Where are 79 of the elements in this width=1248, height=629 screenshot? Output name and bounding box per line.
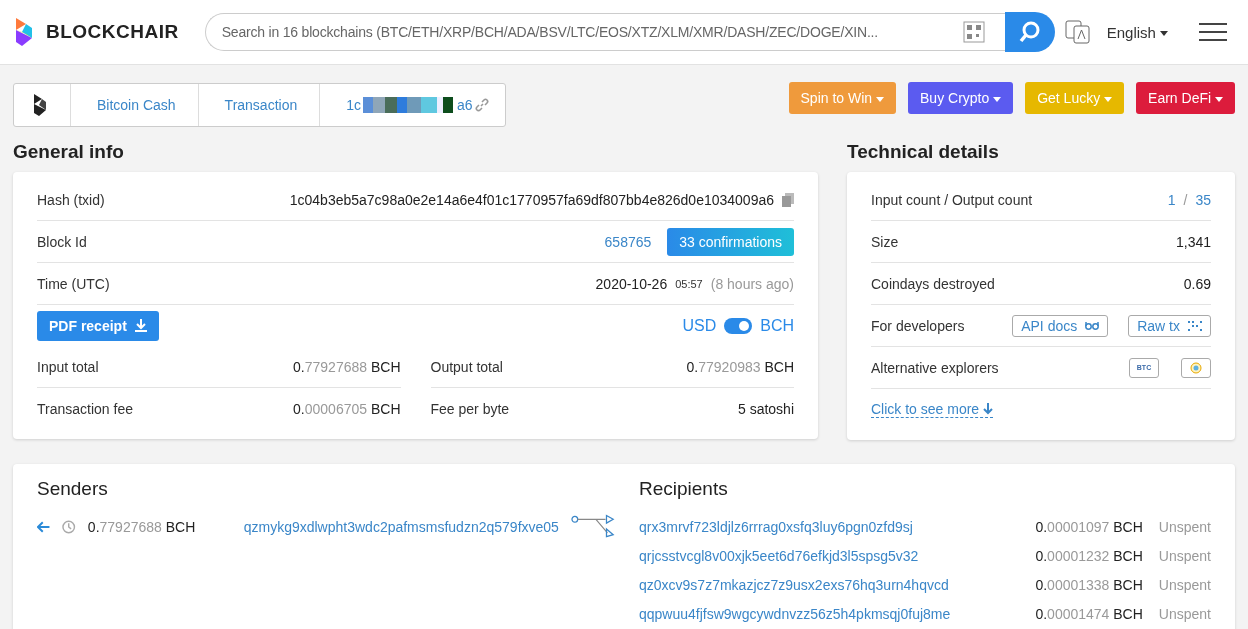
field-label: Output total [430, 358, 504, 375]
search-button[interactable] [1004, 12, 1055, 52]
amount-value: 0.00006705 BCH [293, 400, 401, 417]
field-label: Time (UTC) [37, 275, 111, 292]
amount-value: 0.77927688 BCH [293, 358, 401, 375]
separator: / [1183, 191, 1188, 208]
search-field[interactable]: Search in 16 blockchains (BTC/ETH/XRP/BCH/ADA/BSV/LTC/EOS/XTZ/XLM/XMR/DASH/ZEC/DOGE/XIN... [204, 13, 1005, 51]
hash-value: 1c04b3eb5a7c98a0e2e14a6e4f01c1770957fa69df807bb4e826d0e1034009a6 [289, 191, 774, 208]
breadcrumb-link[interactable]: Transaction [198, 84, 321, 126]
hash-start[interactable]: 1c [346, 97, 361, 113]
breadcrumb-link[interactable]: Bitcoin Cash [71, 84, 199, 126]
clock-icon [62, 519, 76, 534]
promo-dropdown[interactable]: Buy Crypto [908, 82, 1014, 114]
download-icon [134, 319, 147, 332]
field-label: Transaction fee [37, 400, 134, 417]
hash-end[interactable]: a6 [457, 97, 473, 113]
arrow-left-icon[interactable] [37, 520, 51, 533]
qr-code-icon[interactable] [962, 21, 985, 43]
coin-icon [1190, 361, 1202, 374]
currency-toggle[interactable] [724, 317, 753, 334]
promo-dropdown[interactable]: Earn DeFi [1136, 82, 1235, 114]
field-label: Hash (txid) [37, 191, 106, 208]
address-link[interactable]: qzmykg9xdlwpht3wdc2pafmsmsfudzn2q579fxve05 [243, 518, 559, 535]
see-more-link[interactable]: Click to see more [871, 401, 994, 418]
menu-icon[interactable] [1198, 22, 1229, 42]
field-value: 0.69 [1183, 275, 1211, 292]
arrow-down-icon [983, 403, 994, 415]
address-link[interactable]: qz0xcv9s7z7mkazjcz7z9usx2exs76hq3urn4hqvcd [639, 576, 949, 593]
field-label: Block Id [37, 233, 88, 250]
developer-button[interactable]: Raw tx [1128, 314, 1211, 337]
field-label: Fee per byte [430, 400, 511, 417]
explorer-button[interactable] [1181, 357, 1211, 378]
date-value: 2020-10-26 [595, 275, 668, 292]
amount-value: 0.00001232 BCH [1035, 547, 1143, 564]
section-title: Technical details [847, 141, 1000, 163]
field-label: For developers [871, 317, 966, 334]
field-label: Alternative explorers [871, 359, 1000, 376]
field-label: Input count / Output count [871, 191, 1034, 208]
amount-value: 0.77927688 BCH [87, 518, 197, 535]
currency-label[interactable]: USD [682, 316, 717, 335]
section-title: General info [13, 141, 125, 163]
amount-value: 0.00001338 BCH [1035, 576, 1143, 593]
copy-icon[interactable] [782, 192, 794, 207]
output-status: Unspent [1158, 547, 1211, 564]
relative-time: (8 hours ago) [710, 275, 794, 292]
glasses-icon [1085, 321, 1100, 330]
section-title: Senders [37, 478, 109, 500]
field-label: Size [871, 233, 900, 250]
link-icon[interactable] [474, 98, 489, 112]
count-link[interactable]: 1 [1167, 191, 1176, 208]
output-status: Unspent [1158, 518, 1211, 535]
count-link[interactable]: 35 [1195, 191, 1211, 208]
amount-value: 5 satoshi [737, 400, 794, 417]
flow-connector-icon [570, 513, 615, 540]
amount-value: 0.77920983 BCH [686, 358, 794, 375]
output-status: Unspent [1158, 605, 1211, 622]
field-label: Coindays destroyed [871, 275, 996, 292]
block-link[interactable]: 658765 [604, 233, 652, 250]
amount-value: 0.00001474 BCH [1035, 605, 1143, 622]
address-link[interactable]: qqpwuu4fjfsw9wgcywdnvzz56z5h4pkmsqj0fuj8me [639, 605, 951, 622]
logo-icon[interactable] [32, 93, 48, 117]
field-value: 1,341 [1175, 233, 1211, 250]
field-label: Input total [37, 358, 100, 375]
search-icon [1017, 20, 1042, 44]
address-link[interactable]: qrx3mrvf723ldjlz6rrrag0xsfq3luy6pgn0zfd9sj [639, 518, 913, 535]
confirmations-badge: 33 confirmations [667, 227, 794, 256]
dots-icon [1188, 320, 1202, 331]
translate-icon[interactable] [1064, 20, 1091, 44]
language-dropdown[interactable]: English [1100, 22, 1175, 42]
pdf-receipt-button[interactable]: PDF receipt [37, 310, 159, 341]
currency-label[interactable]: BCH [760, 316, 794, 335]
brand-name[interactable]: BLOCKCHAIR [46, 21, 179, 43]
amount-value: 0.00001097 BCH [1035, 518, 1143, 535]
promo-dropdown[interactable]: Spin to Win [788, 82, 896, 114]
section-title: Recipients [639, 478, 729, 500]
output-status: Unspent [1158, 576, 1211, 593]
developer-button[interactable]: API docs [1012, 314, 1109, 337]
address-link[interactable]: qrjcsstvcgl8v00xjk5eet6d76efkjd3l5spsg5v32 [639, 547, 919, 564]
time-value: 05:57 [675, 277, 703, 290]
